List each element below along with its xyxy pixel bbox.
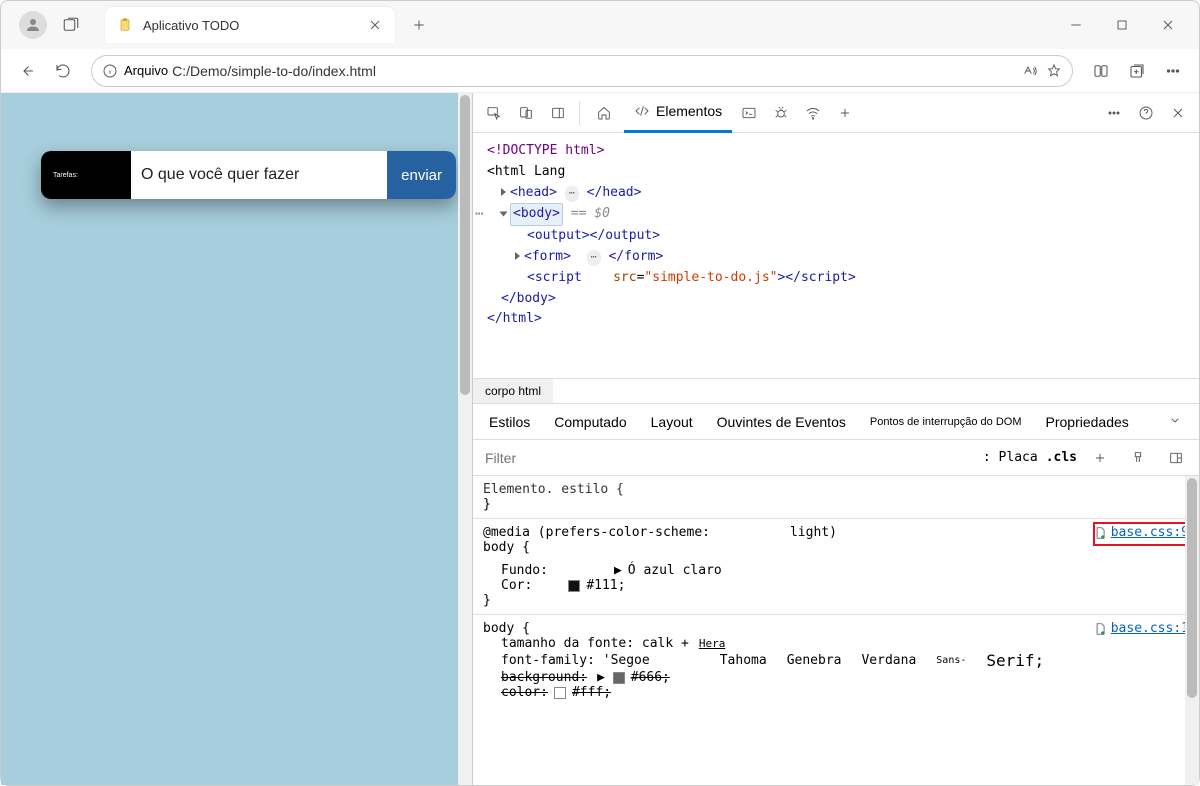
device-icon xyxy=(518,105,534,121)
tab-title: Aplicativo TODO xyxy=(143,18,367,33)
tab-actions-button[interactable] xyxy=(57,11,85,39)
styles-tab-ouvintes[interactable]: Ouvintes de Eventos xyxy=(717,414,846,430)
styles-filter-input[interactable] xyxy=(481,450,975,466)
maximize-button[interactable] xyxy=(1099,9,1145,41)
styles-body: Elemento. estilo { } @media (prefers-col… xyxy=(473,476,1199,785)
dots-icon xyxy=(1106,105,1122,121)
page-scrollbar[interactable] xyxy=(458,93,472,785)
hov-button[interactable]: : Placa xyxy=(983,450,1038,465)
devtools-panel: Elementos <!DOCTYPE html> <html Lang <he… xyxy=(473,93,1199,785)
refresh-button[interactable] xyxy=(45,53,81,89)
styles-scrollbar[interactable] xyxy=(1185,476,1199,785)
clipboard-icon xyxy=(117,17,133,33)
profile-button[interactable] xyxy=(19,11,47,39)
close-icon xyxy=(1170,105,1186,121)
menu-button[interactable] xyxy=(1155,53,1191,89)
back-button[interactable] xyxy=(9,53,45,89)
dots-icon xyxy=(1164,62,1182,80)
network-tab[interactable] xyxy=(798,98,828,128)
split-icon xyxy=(1092,62,1110,80)
collections-button[interactable] xyxy=(1119,53,1155,89)
sources-tab[interactable] xyxy=(766,98,796,128)
close-window-button[interactable] xyxy=(1145,9,1191,41)
home-icon xyxy=(596,105,612,121)
close-icon[interactable] xyxy=(367,17,383,33)
devtools-tabbar: Elementos xyxy=(473,93,1199,133)
styles-tab-dom-bp[interactable]: Pontos de interrupção do DOM xyxy=(870,416,1022,428)
styles-tabbar: Estilos Computado Layout Ouvintes de Eve… xyxy=(473,404,1199,440)
styles-filter-row: : Placa .cls xyxy=(473,440,1199,476)
todo-input[interactable]: O que você quer fazer xyxy=(131,151,387,199)
titlebar: Aplicativo TODO xyxy=(1,1,1199,49)
plus-icon xyxy=(411,17,427,33)
plus-icon xyxy=(837,105,853,121)
devtools-help-button[interactable] xyxy=(1131,98,1161,128)
more-tabs-button[interactable] xyxy=(830,98,860,128)
cls-button[interactable]: .cls xyxy=(1046,450,1077,465)
computed-toggle-button[interactable] xyxy=(1161,443,1191,473)
device-toggle-button[interactable] xyxy=(511,98,541,128)
address-bar: Arquivo C:/Demo/simple-to-do/index.html xyxy=(1,49,1199,93)
content-area: Tarefas: O que você quer fazer enviar El… xyxy=(1,93,1199,785)
split-screen-button[interactable] xyxy=(1083,53,1119,89)
todo-form: Tarefas: O que você quer fazer enviar xyxy=(41,151,456,199)
inspect-icon xyxy=(486,105,502,121)
highlight-annotation xyxy=(1093,522,1193,546)
brush-button[interactable] xyxy=(1123,443,1153,473)
read-aloud-icon[interactable] xyxy=(1022,63,1038,79)
maximize-icon xyxy=(1114,17,1130,33)
styles-tab-layout[interactable]: Layout xyxy=(651,414,693,430)
wifi-icon xyxy=(805,105,821,121)
styles-tab-propriedades[interactable]: Propriedades xyxy=(1046,414,1129,430)
help-icon xyxy=(1138,105,1154,121)
inspect-button[interactable] xyxy=(479,98,509,128)
info-icon xyxy=(102,63,118,79)
styles-tab-estilos[interactable]: Estilos xyxy=(489,414,530,430)
person-icon xyxy=(24,16,42,34)
rule-media-body[interactable]: @media (prefers-color-scheme: light) bod… xyxy=(473,519,1199,615)
rule-element-style[interactable]: Elemento. estilo { } xyxy=(473,476,1199,519)
collections-icon xyxy=(1128,62,1146,80)
rule-body-2[interactable]: body { base.css:1 tamanho da fonte: calk… xyxy=(473,615,1199,706)
breadcrumb-item[interactable]: corpo html xyxy=(473,379,553,403)
console-tab[interactable] xyxy=(734,98,764,128)
close-icon xyxy=(1160,17,1176,33)
refresh-icon xyxy=(54,62,72,80)
minimize-button[interactable] xyxy=(1053,9,1099,41)
styles-tab-computado[interactable]: Computado xyxy=(554,414,626,430)
devtools-more-button[interactable] xyxy=(1099,98,1129,128)
console-icon xyxy=(741,105,757,121)
styles-expand-button[interactable] xyxy=(1167,412,1183,431)
dock-icon xyxy=(550,105,566,121)
address-input[interactable]: Arquivo C:/Demo/simple-to-do/index.html xyxy=(91,55,1073,87)
bug-icon xyxy=(773,105,789,121)
code-icon xyxy=(634,103,650,119)
panel-icon xyxy=(1168,450,1184,466)
minimize-icon xyxy=(1068,17,1084,33)
todo-label: Tarefas: xyxy=(41,151,131,199)
submit-button[interactable]: enviar xyxy=(387,151,456,199)
elements-tab[interactable]: Elementos xyxy=(624,93,732,133)
page-viewport: Tarefas: O que você quer fazer enviar xyxy=(1,93,473,785)
elements-tab-label: Elementos xyxy=(656,103,722,119)
dom-tree[interactable]: <!DOCTYPE html> <html Lang <head> ⋯ </he… xyxy=(473,133,1199,378)
chevron-down-icon xyxy=(1167,412,1183,428)
arrow-left-icon xyxy=(18,62,36,80)
browser-tab[interactable]: Aplicativo TODO xyxy=(105,7,395,43)
devtools-close-button[interactable] xyxy=(1163,98,1193,128)
css-source-link-2[interactable]: base.css:1 xyxy=(1093,621,1189,636)
welcome-tab[interactable] xyxy=(586,93,622,133)
file-icon xyxy=(1093,622,1107,636)
star-icon[interactable] xyxy=(1046,63,1062,79)
new-style-button[interactable] xyxy=(1085,443,1115,473)
address-text: C:/Demo/simple-to-do/index.html xyxy=(172,63,1022,79)
dom-breadcrumb[interactable]: corpo html xyxy=(473,378,1199,404)
new-tab-button[interactable] xyxy=(403,9,435,41)
browser-window: Aplicativo TODO Arquivo C:/Demo/simple-t… xyxy=(0,0,1200,786)
brush-icon xyxy=(1130,450,1146,466)
plus-icon xyxy=(1092,450,1108,466)
address-scheme: Arquivo xyxy=(124,63,168,78)
tabs-icon xyxy=(62,16,80,34)
dock-button[interactable] xyxy=(543,98,573,128)
